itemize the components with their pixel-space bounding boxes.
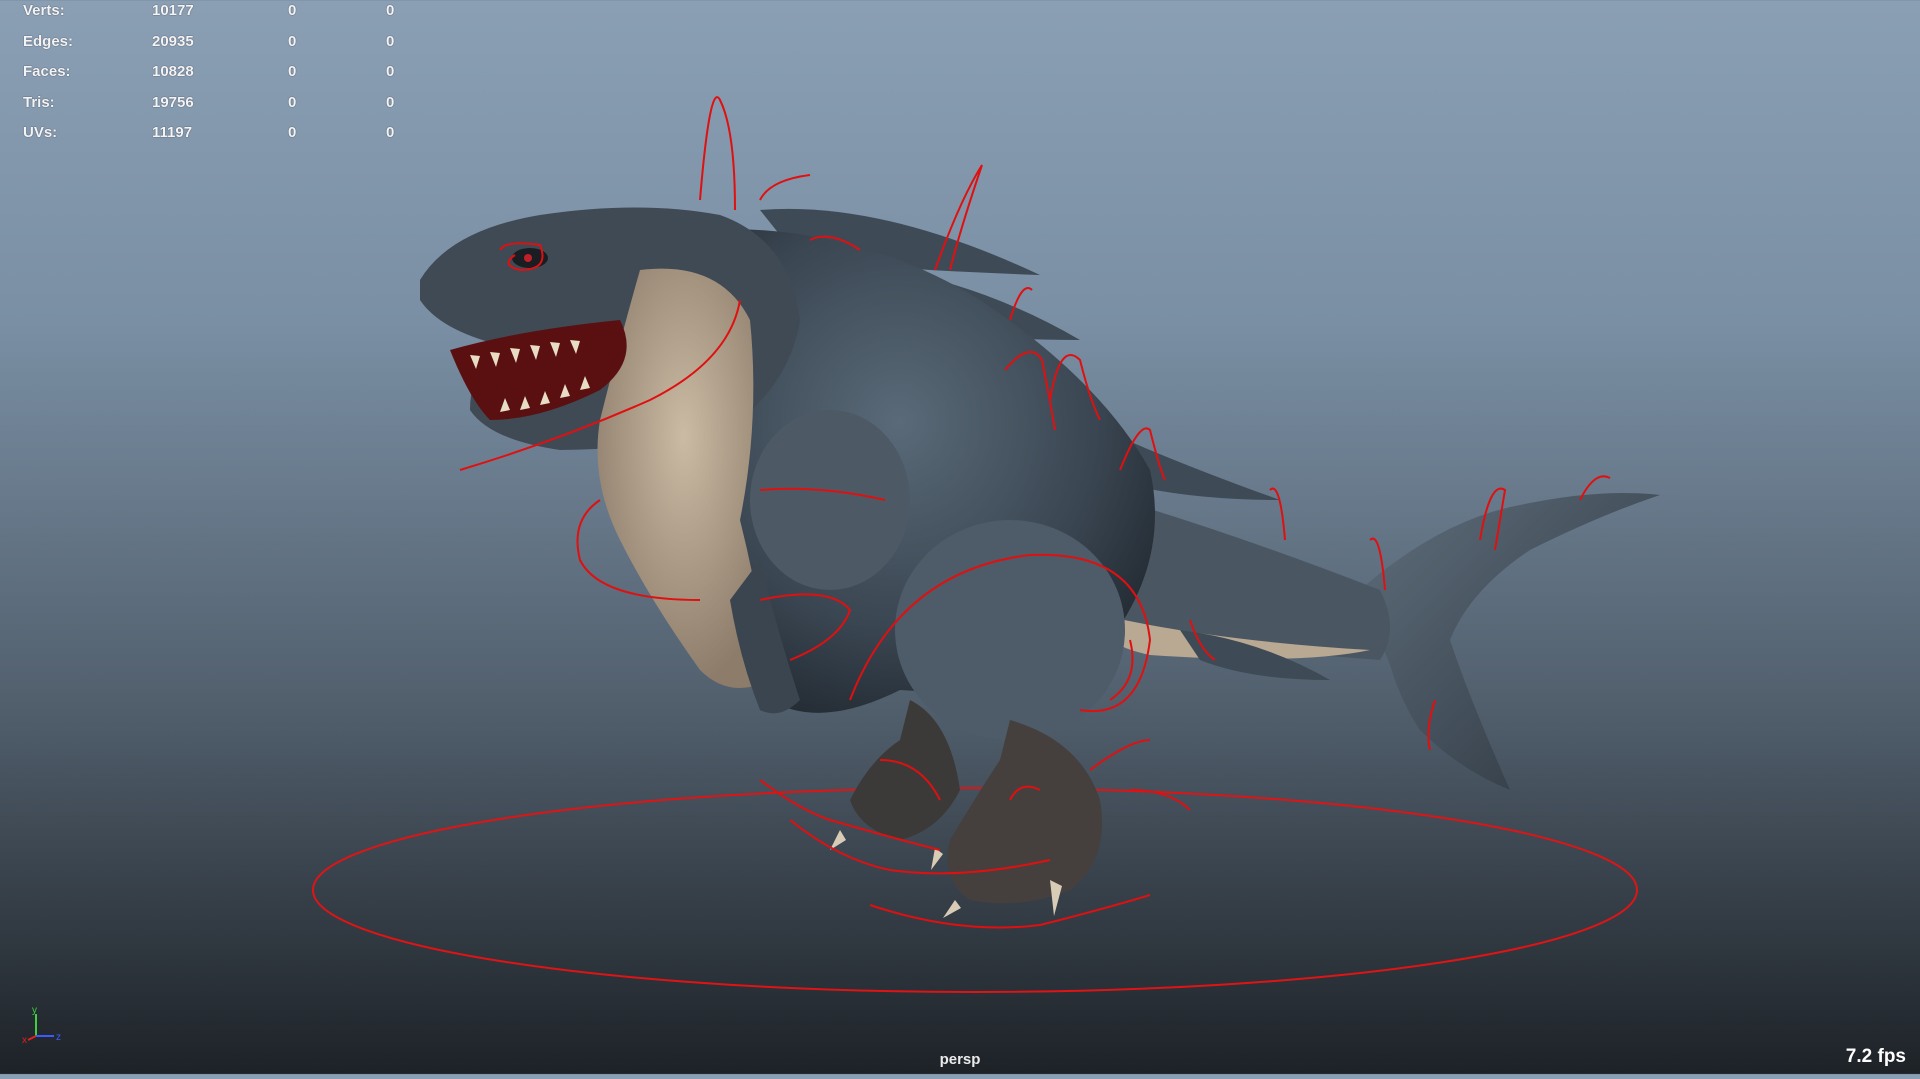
hud-value: 0 <box>386 63 395 80</box>
hud-value: 0 <box>288 93 297 111</box>
axis-y-label: y <box>32 1005 37 1016</box>
axis-gizmo-icon: y x z <box>22 1004 72 1046</box>
hud-value: 20935 <box>152 32 194 50</box>
hud-label: Tris: <box>23 93 55 111</box>
hud-value: 0 <box>386 93 395 111</box>
hud-row-edges: Edges: 20935 0 0 <box>0 31 420 62</box>
axis-x-label: x <box>22 1035 27 1044</box>
axis-z-label: z <box>56 1032 61 1043</box>
hud-value: 19756 <box>152 93 194 111</box>
scene-render <box>312 96 1660 993</box>
3d-viewport[interactable] <box>0 0 1920 1074</box>
hud-value: 11197 <box>152 124 193 141</box>
hud-row-tris: Tris: 19756 0 0 <box>0 92 420 123</box>
hud-label: Faces: <box>23 63 71 80</box>
hud-value: 0 <box>386 2 395 19</box>
tail <box>1360 492 1660 790</box>
hud-label: UVs: <box>23 124 58 141</box>
hud-value: 0 <box>386 124 395 141</box>
hud-value: 0 <box>288 2 297 19</box>
hud-value: 0 <box>288 63 297 80</box>
hud-value: 0 <box>288 32 297 50</box>
hud-value: 0 <box>288 124 297 141</box>
hud-label: Verts: <box>23 2 65 19</box>
poly-count-hud: Verts: 10177 0 0 Edges: 20935 0 0 Faces:… <box>0 0 420 153</box>
leg-left <box>850 700 960 840</box>
hud-row-faces: Faces: 10828 0 0 <box>0 61 420 92</box>
hud-value: 10177 <box>152 2 194 19</box>
hud-label: Edges: <box>23 32 74 50</box>
hud-value: 10828 <box>152 63 194 80</box>
hud-value: 0 <box>386 32 395 50</box>
hud-row-verts: Verts: 10177 0 0 <box>0 0 420 31</box>
fps-counter: 7.2 fps <box>1845 1046 1906 1067</box>
thigh <box>895 520 1125 740</box>
leg-right <box>947 720 1102 904</box>
shoulder <box>750 410 910 590</box>
camera-name: persp <box>939 1051 981 1068</box>
hud-row-uvs: UVs: 11197 0 0 <box>0 122 420 153</box>
